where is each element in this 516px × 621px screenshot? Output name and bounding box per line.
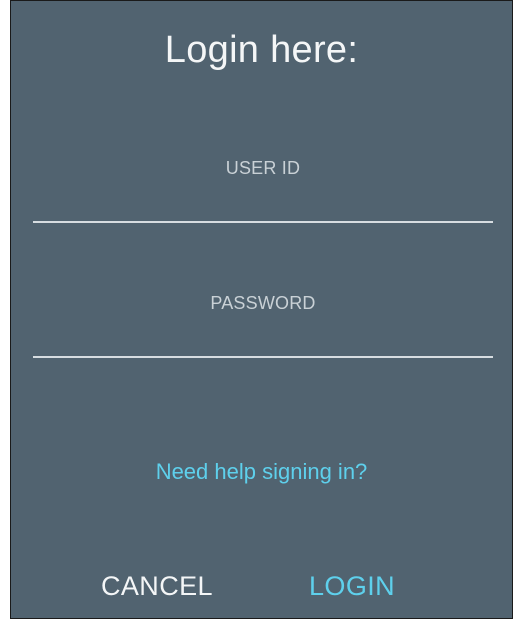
password-field: PASSWORD (33, 293, 493, 358)
user-id-input[interactable] (33, 179, 493, 223)
dialog-title: Login here: (164, 29, 359, 71)
cancel-button[interactable]: CANCEL (101, 571, 213, 602)
user-id-field: USER ID (33, 158, 493, 223)
password-input[interactable] (33, 314, 493, 358)
user-id-label: USER ID (225, 158, 301, 178)
login-dialog: Login here: USER ID PASSWORD Need help s… (10, 0, 513, 619)
help-signing-in-link[interactable]: Need help signing in? (11, 459, 512, 485)
password-label: PASSWORD (210, 293, 316, 313)
login-button[interactable]: LOGIN (309, 571, 395, 602)
